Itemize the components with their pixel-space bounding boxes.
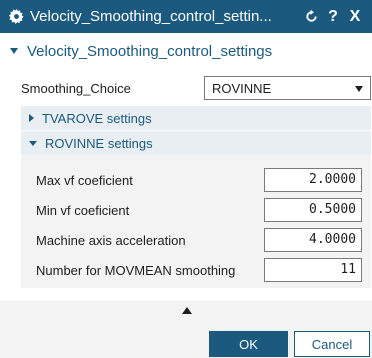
field-min-vf: Min vf coeficient 0.5000 [36, 198, 362, 222]
ok-button[interactable]: OK [209, 331, 288, 357]
group-rovinne-label: ROVINNE settings [45, 135, 153, 151]
field-label: Machine axis acceleration [36, 232, 186, 248]
movmean-input[interactable]: 11 [264, 258, 362, 282]
window-title: Velocity_Smoothing_control_settin... [30, 8, 272, 25]
section-header[interactable]: Velocity_Smoothing_control_settings [10, 38, 272, 64]
chevron-down-icon [10, 48, 18, 54]
close-button[interactable]: X [344, 6, 366, 28]
gear-icon [8, 9, 24, 25]
smoothing-choice-select[interactable]: ROVINNE [204, 76, 371, 100]
group-rovinne-header[interactable]: ROVINNE settings [21, 131, 371, 155]
smoothing-choice-label: Smoothing_Choice [21, 80, 131, 96]
field-label: Number for MOVMEAN smoothing [36, 262, 236, 278]
dropdown-caret-icon [355, 86, 363, 92]
smoothing-choice-value: ROVINNE [212, 80, 272, 96]
group-tvarove-header[interactable]: TVAROVE settings [21, 106, 371, 130]
reset-icon[interactable] [300, 6, 322, 28]
field-label: Min vf coeficient [36, 202, 130, 218]
axis-acceleration-input[interactable]: 4.0000 [264, 228, 362, 252]
max-vf-input[interactable]: 2.0000 [264, 168, 362, 192]
chevron-right-icon [29, 114, 34, 122]
field-movmean: Number for MOVMEAN smoothing 11 [36, 258, 362, 282]
min-vf-input[interactable]: 0.5000 [264, 198, 362, 222]
collapse-bar[interactable] [0, 301, 372, 321]
field-max-vf: Max vf coeficient 2.0000 [36, 168, 362, 192]
smoothing-choice-row: Smoothing_Choice ROVINNE [21, 76, 371, 100]
chevron-down-icon [29, 140, 37, 146]
section-title: Velocity_Smoothing_control_settings [27, 42, 273, 60]
group-tvarove-label: TVAROVE settings [42, 110, 152, 126]
help-button[interactable]: ? [322, 6, 344, 28]
cancel-button[interactable]: Cancel [294, 331, 370, 357]
title-bar: Velocity_Smoothing_control_settin... ? X [0, 0, 372, 33]
field-label: Max vf coeficient [36, 172, 133, 188]
chevron-up-icon [182, 307, 192, 314]
field-axis-acceleration: Machine axis acceleration 4.0000 [36, 228, 362, 252]
